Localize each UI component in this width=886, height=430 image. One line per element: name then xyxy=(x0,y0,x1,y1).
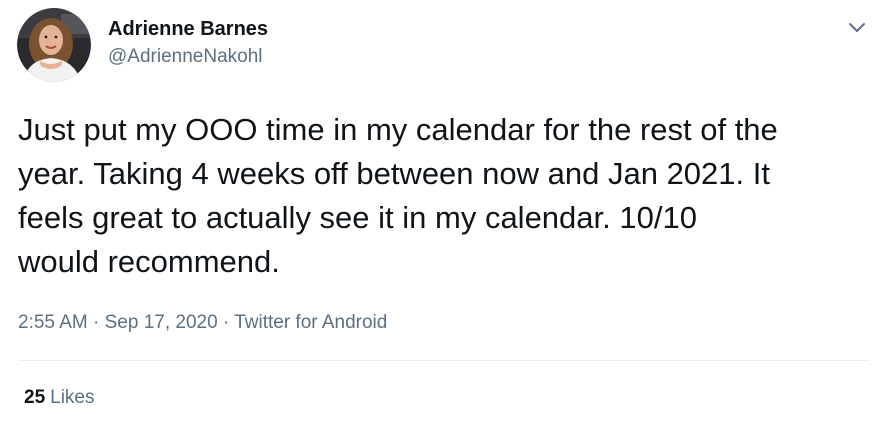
more-options-button[interactable] xyxy=(843,14,871,42)
likes-count: 25 xyxy=(24,387,46,408)
meta-separator: · xyxy=(217,312,235,333)
divider xyxy=(18,360,870,361)
likes-label: Likes xyxy=(50,387,95,408)
author-block: Adrienne Barnes @AdrienneNakohl xyxy=(108,16,268,70)
author-handle[interactable]: @AdrienneNakohl xyxy=(108,44,268,70)
chevron-down-icon xyxy=(849,23,865,32)
tweet-card: Adrienne Barnes @AdrienneNakohl Just put… xyxy=(0,0,886,430)
tweet-meta: 2:55 AM · Sep 17, 2020 · Twitter for And… xyxy=(18,310,387,336)
tweet-text: Just put my OOO time in my calendar for … xyxy=(18,112,778,279)
author-display-name[interactable]: Adrienne Barnes xyxy=(108,16,268,42)
likes-stat[interactable]: 25 Likes xyxy=(24,385,95,411)
tweet-time[interactable]: 2:55 AM xyxy=(18,312,88,333)
meta-separator: · xyxy=(87,312,105,333)
tweet-source[interactable]: Twitter for Android xyxy=(234,312,387,333)
avatar[interactable] xyxy=(17,8,91,82)
avatar-image xyxy=(17,8,91,82)
tweet-date[interactable]: Sep 17, 2020 xyxy=(105,312,218,333)
